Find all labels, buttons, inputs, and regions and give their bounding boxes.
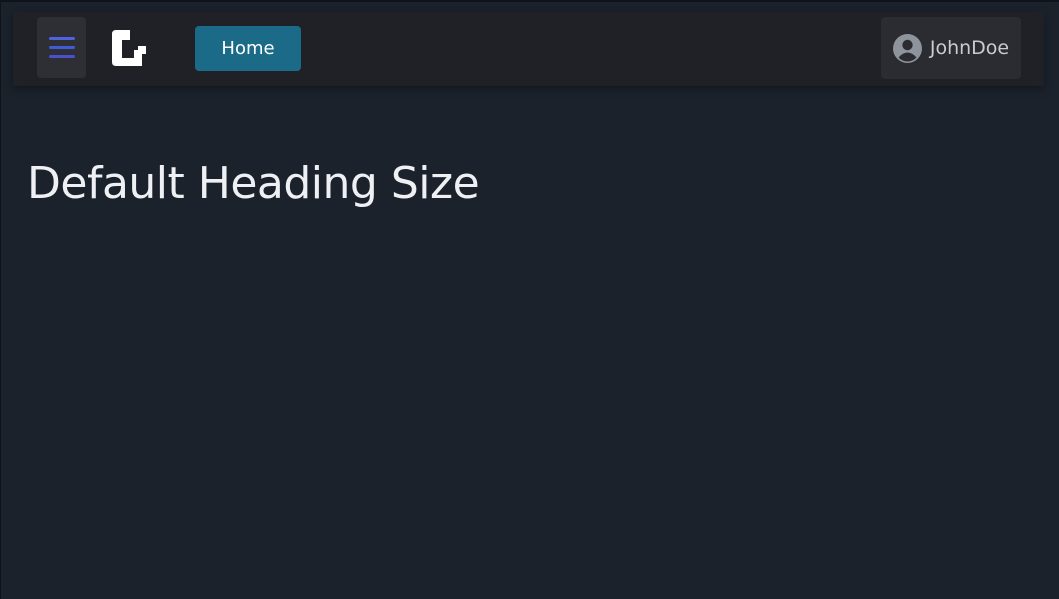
home-button[interactable]: Home: [195, 26, 301, 71]
top-navbar: Home JohnDoe: [13, 12, 1044, 86]
page-heading: Default Heading Size: [27, 158, 480, 209]
menu-toggle-button[interactable]: [37, 17, 86, 78]
hamburger-menu-icon: [48, 37, 75, 58]
user-circle-icon: [892, 33, 922, 63]
menu-bar-middle: [48, 46, 75, 49]
username-label: JohnDoe: [929, 37, 1010, 59]
menu-bar-top: [48, 37, 75, 40]
user-menu-button[interactable]: JohnDoe: [881, 17, 1021, 79]
app-window: Home JohnDoe Default Heading Size: [0, 0, 1059, 599]
menu-bar-bottom: [48, 55, 75, 58]
app-logo-icon[interactable]: [108, 28, 148, 68]
